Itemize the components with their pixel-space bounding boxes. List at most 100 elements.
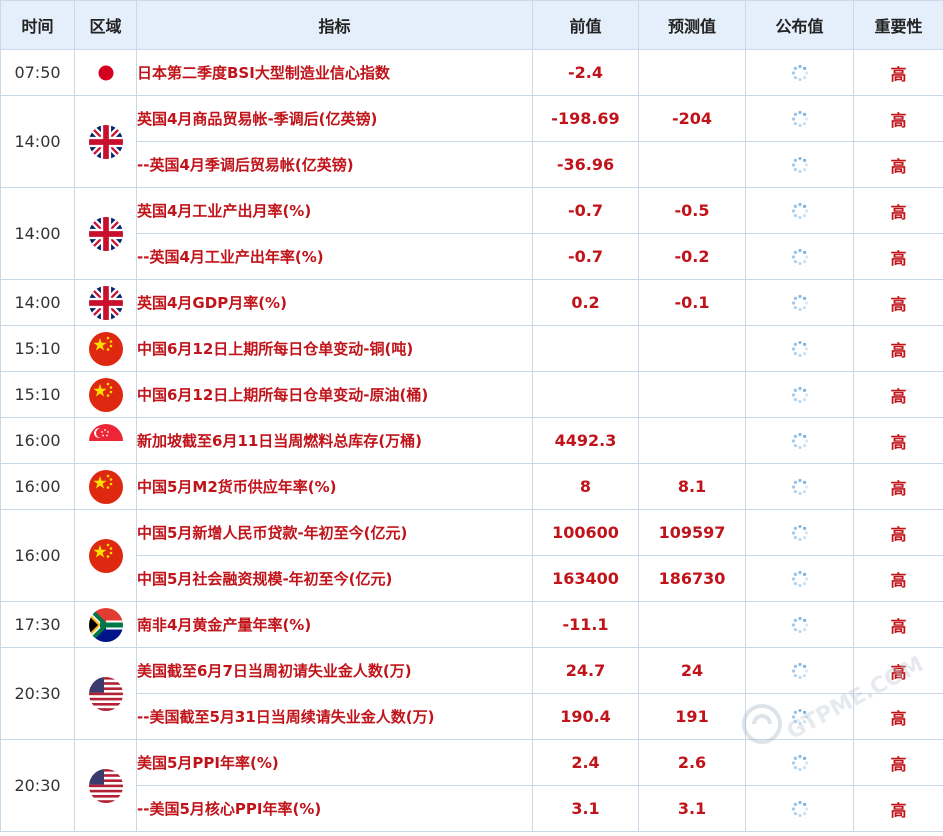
- previous-value: 24.7: [532, 647, 639, 694]
- region-cell: [74, 739, 137, 832]
- actual-value: [745, 187, 854, 234]
- previous-value: 100600: [532, 509, 639, 556]
- table-row[interactable]: 14:00 英国4月工业产出月率(%) -0.7 -0.5 高: [0, 187, 943, 280]
- indicator-name[interactable]: 英国4月商品贸易帐-季调后(亿英镑): [136, 95, 533, 142]
- forecast-value: -0.5: [638, 187, 746, 234]
- actual-value: [745, 739, 854, 786]
- indicator-name[interactable]: --英国4月工业产出年率(%): [136, 233, 533, 280]
- region-cell: [74, 647, 137, 740]
- loading-spinner-icon: [791, 524, 809, 542]
- actual-value: [745, 601, 854, 648]
- indicator-name[interactable]: 日本第二季度BSI大型制造业信心指数: [136, 49, 533, 96]
- previous-value: 163400: [532, 555, 639, 602]
- actual-value: [745, 233, 854, 280]
- forecast-value: 109597: [638, 509, 746, 556]
- table-row[interactable]: 15:10 中国6月12日上期所每日仓单变动-原油(桶) 高: [0, 371, 943, 418]
- region-cell: [74, 601, 137, 648]
- importance-level: 高: [853, 141, 943, 188]
- table-row[interactable]: 16:00 中国5月M2货币供应年率(%) 8 8.1 高: [0, 463, 943, 510]
- region-cell: [74, 95, 137, 188]
- actual-value: [745, 509, 854, 556]
- gb-flag-icon: [88, 216, 123, 251]
- loading-spinner-icon: [791, 662, 809, 680]
- table-row[interactable]: 16:00 新加坡截至6月11日当周燃料总库存(万桶) 4492.3 高: [0, 417, 943, 464]
- importance-level: 高: [853, 509, 943, 556]
- table-row[interactable]: --美国5月核心PPI年率(%) 3.1 3.1 高: [1, 785, 943, 832]
- importance-level: 高: [853, 601, 943, 648]
- indicator-name[interactable]: 英国4月GDP月率(%): [136, 279, 533, 326]
- region-cell: [74, 463, 137, 510]
- forecast-value: [638, 325, 746, 372]
- indicator-name[interactable]: --美国5月核心PPI年率(%): [136, 785, 533, 832]
- loading-spinner-icon: [791, 708, 809, 726]
- header-importance: 重要性: [853, 0, 943, 50]
- indicator-name[interactable]: 新加坡截至6月11日当周燃料总库存(万桶): [136, 417, 533, 464]
- indicator-name[interactable]: 南非4月黄金产量年率(%): [136, 601, 533, 648]
- indicator-name[interactable]: 英国4月工业产出月率(%): [136, 187, 533, 234]
- header-time: 时间: [0, 0, 75, 50]
- table-row[interactable]: 14:00 英国4月GDP月率(%) 0.2 -0.1 高: [0, 279, 943, 326]
- table-row[interactable]: 15:10 中国6月12日上期所每日仓单变动-铜(吨) 高: [0, 325, 943, 372]
- table-row[interactable]: --美国截至5月31日当周续请失业金人数(万) 190.4 191 高: [1, 693, 943, 740]
- loading-spinner-icon: [791, 202, 809, 220]
- forecast-value: 186730: [638, 555, 746, 602]
- za-flag-icon: [88, 607, 123, 642]
- table-row[interactable]: --英国4月工业产出年率(%) -0.7 -0.2 高: [1, 233, 943, 280]
- forecast-value: [638, 601, 746, 648]
- previous-value: -36.96: [532, 141, 639, 188]
- header-row: 时间 区域 指标 前值 预测值 公布值 重要性: [0, 0, 943, 50]
- indicator-name[interactable]: 中国6月12日上期所每日仓单变动-原油(桶): [136, 371, 533, 418]
- actual-value: [745, 647, 854, 694]
- event-time: 17:30: [0, 601, 75, 648]
- table-row[interactable]: 07:50 日本第二季度BSI大型制造业信心指数 -2.4 高: [0, 49, 943, 96]
- indicator-name[interactable]: 中国5月M2货币供应年率(%): [136, 463, 533, 510]
- actual-value: [745, 371, 854, 418]
- table-row[interactable]: 14:00 英国4月商品贸易帐-季调后(亿英镑) -198.69 -204 高: [0, 95, 943, 188]
- actual-value: [745, 141, 854, 188]
- previous-value: 4492.3: [532, 417, 639, 464]
- region-cell: [74, 49, 137, 96]
- indicator-name[interactable]: 中国5月新增人民币贷款-年初至今(亿元): [136, 509, 533, 556]
- table-row[interactable]: 16:00 中国5月新增人民币贷款-年初至今(亿元) 100600 109597 高: [0, 509, 943, 602]
- loading-spinner-icon: [791, 432, 809, 450]
- region-cell: [74, 371, 137, 418]
- gb-flag-icon: [88, 285, 123, 320]
- importance-level: 高: [853, 49, 943, 96]
- region-cell: [74, 325, 137, 372]
- table-row[interactable]: 中国5月社会融资规模-年初至今(亿元) 163400 186730 高: [1, 555, 943, 602]
- region-cell: [74, 279, 137, 326]
- indicator-name[interactable]: 美国5月PPI年率(%): [136, 739, 533, 786]
- forecast-value: [638, 371, 746, 418]
- previous-value: 0.2: [532, 279, 639, 326]
- indicator-name[interactable]: 中国6月12日上期所每日仓单变动-铜(吨): [136, 325, 533, 372]
- event-time: 14:00: [0, 187, 75, 280]
- loading-spinner-icon: [791, 110, 809, 128]
- event-time: 07:50: [0, 49, 75, 96]
- loading-spinner-icon: [791, 386, 809, 404]
- header-forecast: 预测值: [638, 0, 746, 50]
- loading-spinner-icon: [791, 754, 809, 772]
- forecast-value: 191: [638, 693, 746, 740]
- event-time: 15:10: [0, 325, 75, 372]
- previous-value: 8: [532, 463, 639, 510]
- table-row[interactable]: 17:30 南非4月黄金产量年率(%) -11.1 高: [0, 601, 943, 648]
- indicator-name[interactable]: --英国4月季调后贸易帐(亿英镑): [136, 141, 533, 188]
- loading-spinner-icon: [791, 156, 809, 174]
- header-indicator: 指标: [136, 0, 533, 50]
- table-row[interactable]: 20:30 美国5月PPI年率(%) 2.4 2.6 高: [0, 739, 943, 832]
- loading-spinner-icon: [791, 64, 809, 82]
- importance-level: 高: [853, 785, 943, 832]
- forecast-value: -0.2: [638, 233, 746, 280]
- indicator-name[interactable]: 美国截至6月7日当周初请失业金人数(万): [136, 647, 533, 694]
- indicator-name[interactable]: 中国5月社会融资规模-年初至今(亿元): [136, 555, 533, 602]
- indicator-name[interactable]: --美国截至5月31日当周续请失业金人数(万): [136, 693, 533, 740]
- table-row[interactable]: --英国4月季调后贸易帐(亿英镑) -36.96 高: [1, 141, 943, 188]
- forecast-value: 2.6: [638, 739, 746, 786]
- previous-value: -2.4: [532, 49, 639, 96]
- importance-level: 高: [853, 417, 943, 464]
- importance-level: 高: [853, 555, 943, 602]
- previous-value: 2.4: [532, 739, 639, 786]
- economic-calendar-table: 时间 区域 指标 前值 预测值 公布值 重要性 07:50 日本第二季度BSI大型…: [0, 0, 943, 832]
- table-row[interactable]: 20:30 美国截至6月7日当周初请失业金人数(万) 24.7 24 高: [0, 647, 943, 740]
- loading-spinner-icon: [791, 616, 809, 634]
